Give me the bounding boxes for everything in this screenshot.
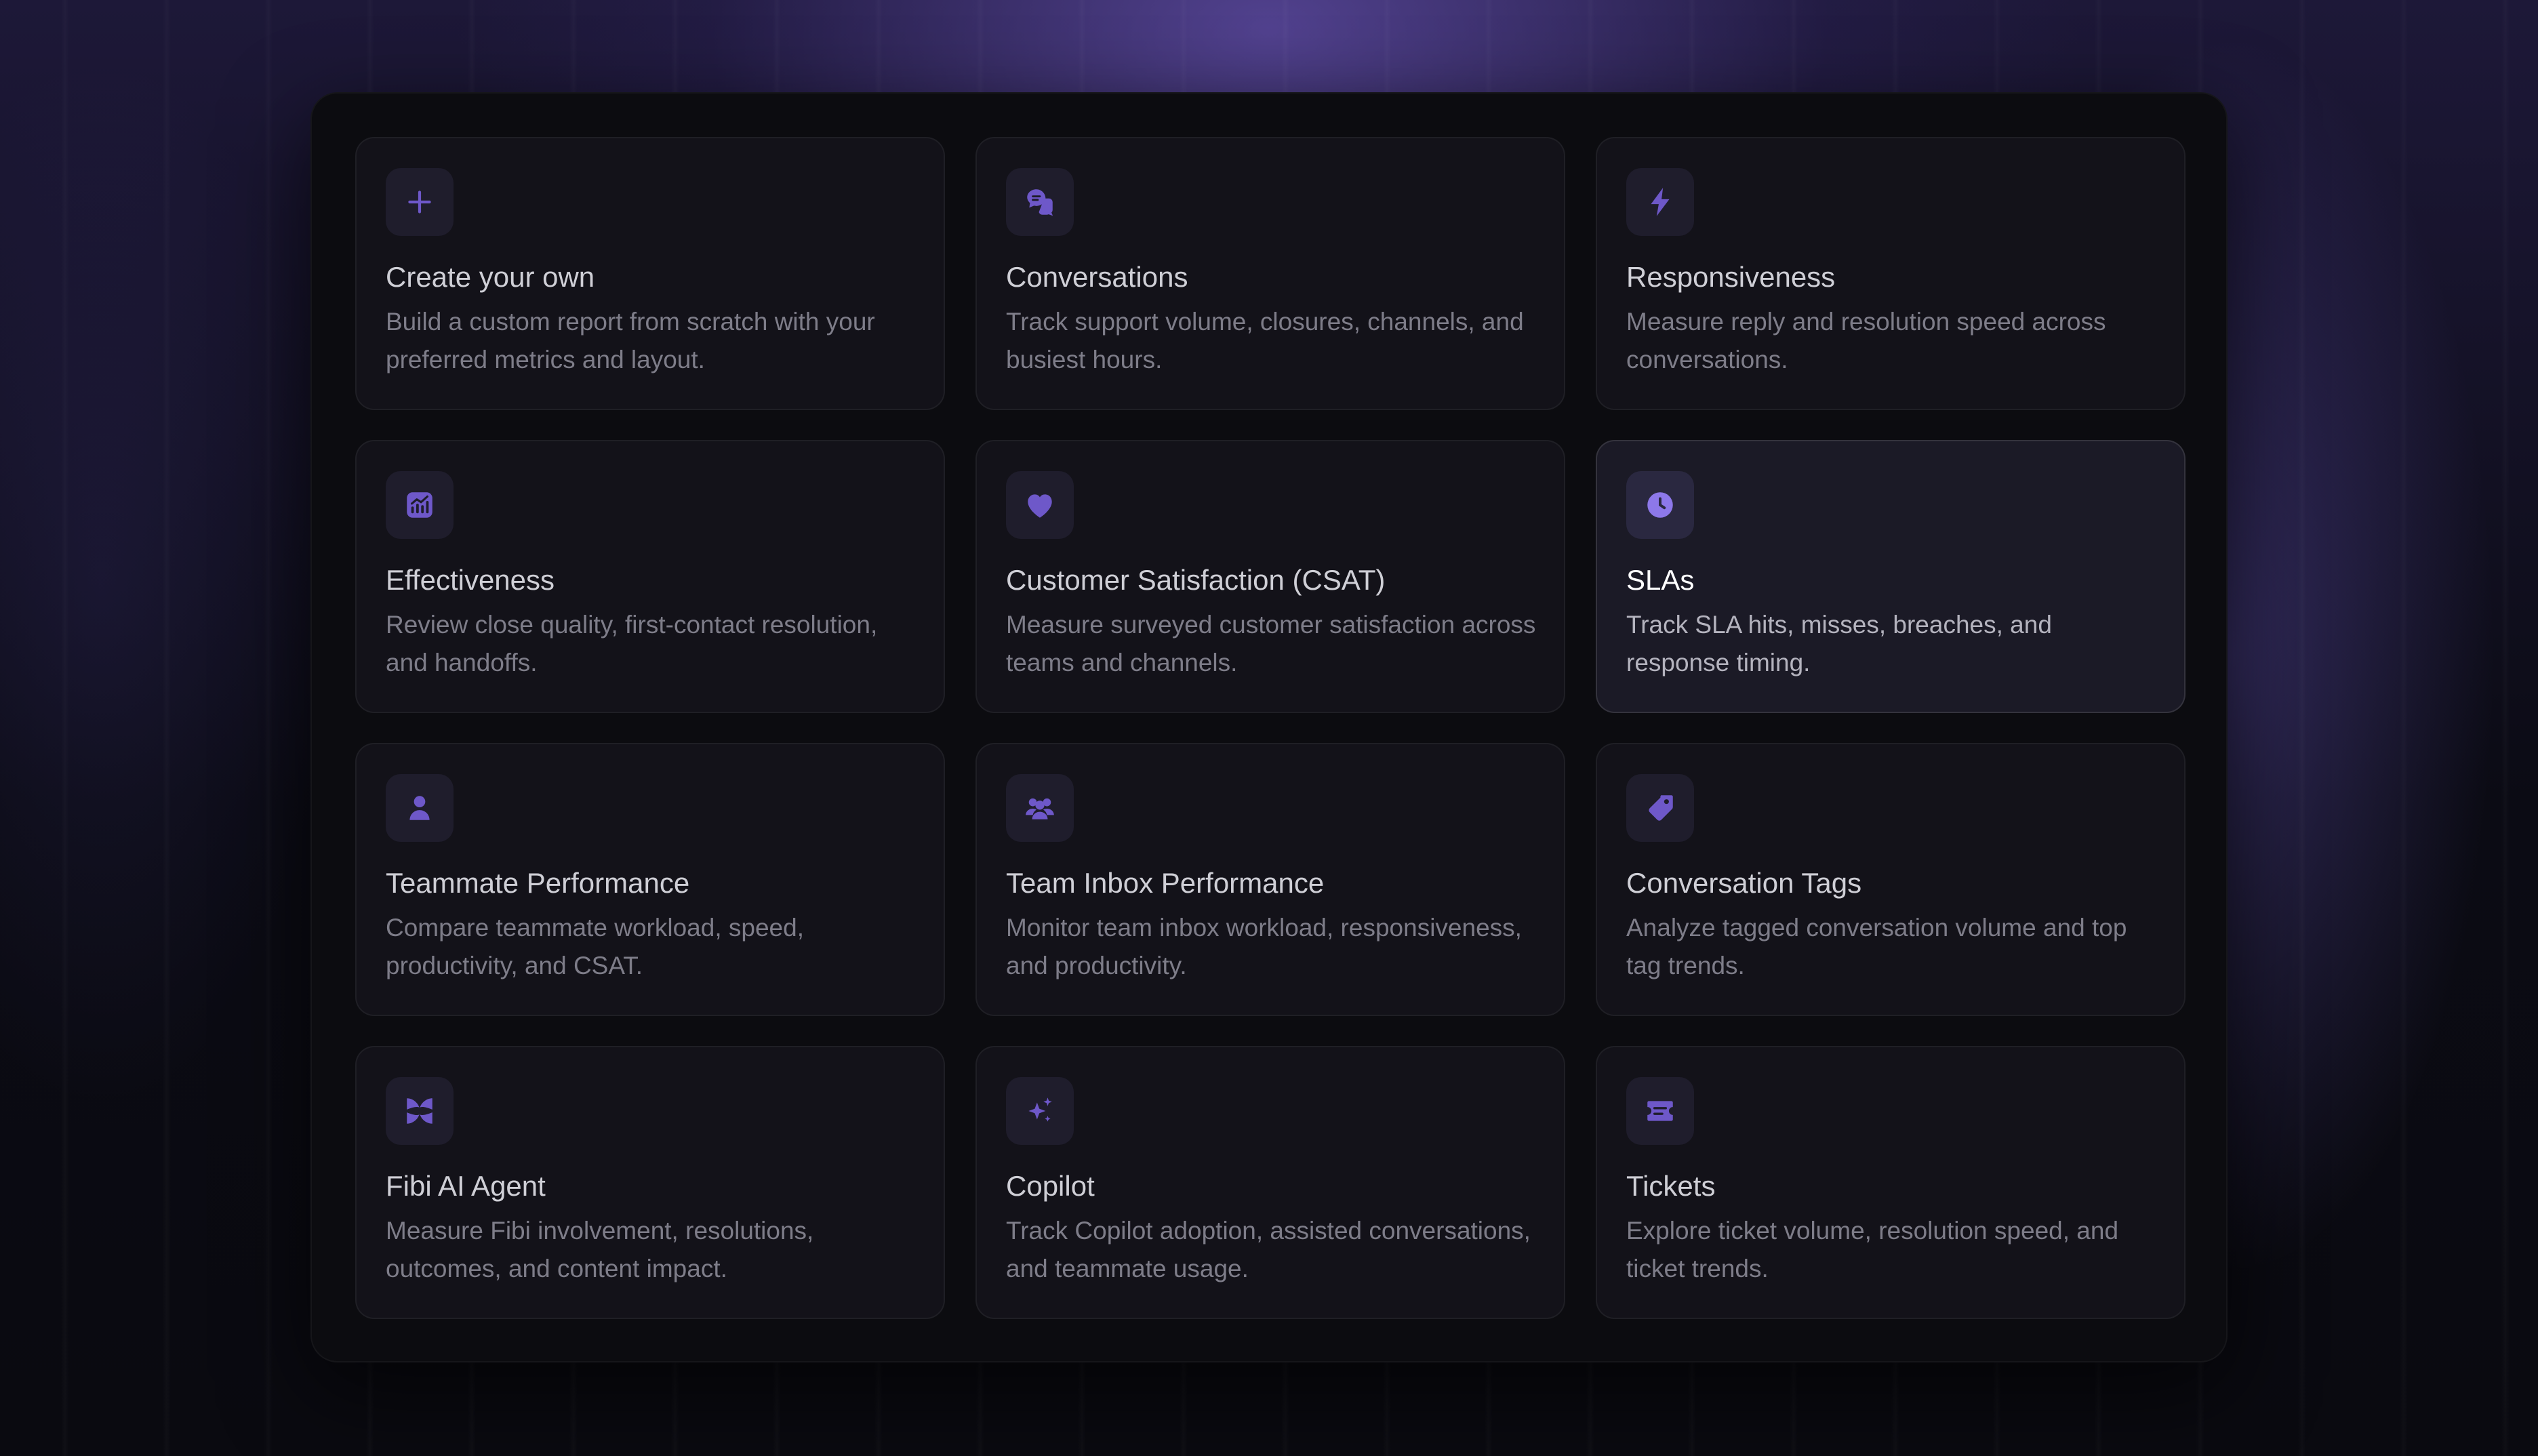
icon-tile: [1006, 774, 1074, 842]
card-title: Fibi AI Agent: [386, 1170, 546, 1202]
ai-agent-icon: [407, 1098, 432, 1124]
template-card-slas[interactable]: SLAs Track SLA hits, misses, breaches, a…: [1596, 440, 2186, 713]
template-card-conversation-tags[interactable]: Conversation Tags Analyze tagged convers…: [1596, 743, 2186, 1016]
card-title: Copilot: [1006, 1170, 1095, 1202]
template-card-team-inbox-performance[interactable]: Team Inbox Performance Monitor team inbo…: [975, 743, 1565, 1016]
card-title: Effectiveness: [386, 564, 555, 596]
template-card-fibi-ai-agent[interactable]: Fibi AI Agent Measure Fibi involvement, …: [355, 1046, 945, 1319]
card-description: Measure reply and resolution speed acros…: [1626, 308, 2106, 373]
card-description: Compare teammate workload, speed, produc…: [386, 914, 804, 979]
template-card-copilot[interactable]: Copilot Track Copilot adoption, assisted…: [975, 1046, 1565, 1319]
icon-tile: [1626, 168, 1694, 236]
template-card-conversations[interactable]: Conversations Track support volume, clos…: [975, 137, 1565, 410]
heart-icon: [1028, 494, 1052, 518]
tag-icon: [1649, 795, 1673, 821]
report-templates-panel: Create your own Build a custom report fr…: [310, 92, 2228, 1362]
icon-tile: [386, 471, 454, 539]
template-card-responsiveness[interactable]: Responsiveness Measure reply and resolut…: [1596, 137, 2186, 410]
card-title: Tickets: [1626, 1170, 1716, 1202]
card-description: Explore ticket volume, resolution speed,…: [1626, 1217, 2119, 1282]
card-description: Measure surveyed customer satisfaction a…: [1006, 611, 1536, 676]
chart-growth-icon: [407, 492, 432, 518]
lightning-bolt-icon: [1651, 188, 1670, 216]
template-card-tickets[interactable]: Tickets Explore ticket volume, resolutio…: [1596, 1046, 2186, 1319]
card-description: Track support volume, closures, channels…: [1006, 308, 1524, 373]
icon-tile: [1626, 774, 1694, 842]
icon-tile: [1626, 1077, 1694, 1145]
card-description: Track SLA hits, misses, breaches, and re…: [1626, 611, 2052, 676]
icon-tile: [1006, 1077, 1074, 1145]
chat-bubbles-icon: [1027, 189, 1053, 216]
clock-icon: [1647, 492, 1673, 518]
icon-tile: [1626, 471, 1694, 539]
card-description: Analyze tagged conversation volume and t…: [1626, 914, 2127, 979]
template-card-csat[interactable]: Customer Satisfaction (CSAT) Measure sur…: [975, 440, 1565, 713]
card-title: Teammate Performance: [386, 867, 690, 899]
person-icon: [409, 796, 430, 820]
card-title: Customer Satisfaction (CSAT): [1006, 564, 1386, 596]
card-description: Review close quality, first-contact reso…: [386, 611, 878, 676]
icon-tile: [1006, 168, 1074, 236]
card-description: Measure Fibi involvement, resolutions, o…: [386, 1217, 814, 1282]
icon-tile: [386, 168, 454, 236]
template-card-effectiveness[interactable]: Effectiveness Review close quality, firs…: [355, 440, 945, 713]
ticket-icon: [1647, 1101, 1673, 1121]
icon-tile: [386, 1077, 454, 1145]
template-card-create-your-own[interactable]: Create your own Build a custom report fr…: [355, 137, 945, 410]
card-title: SLAs: [1626, 564, 1695, 596]
icon-tile: [386, 774, 454, 842]
plus-icon: [408, 190, 431, 214]
card-description: Monitor team inbox workload, responsiven…: [1006, 914, 1522, 979]
card-title: Team Inbox Performance: [1006, 867, 1325, 899]
card-title: Create your own: [386, 261, 595, 293]
people-group-icon: [1026, 798, 1054, 820]
report-template-grid: Create your own Build a custom report fr…: [355, 137, 2186, 1319]
card-description: Build a custom report from scratch with …: [386, 308, 875, 373]
card-title: Conversations: [1006, 261, 1188, 293]
template-card-teammate-performance[interactable]: Teammate Performance Compare teammate wo…: [355, 743, 945, 1016]
card-description: Track Copilot adoption, assisted convers…: [1006, 1217, 1531, 1282]
card-title: Responsiveness: [1626, 261, 1836, 293]
icon-tile: [1006, 471, 1074, 539]
card-title: Conversation Tags: [1626, 867, 1862, 899]
sparkles-icon: [1028, 1097, 1052, 1122]
